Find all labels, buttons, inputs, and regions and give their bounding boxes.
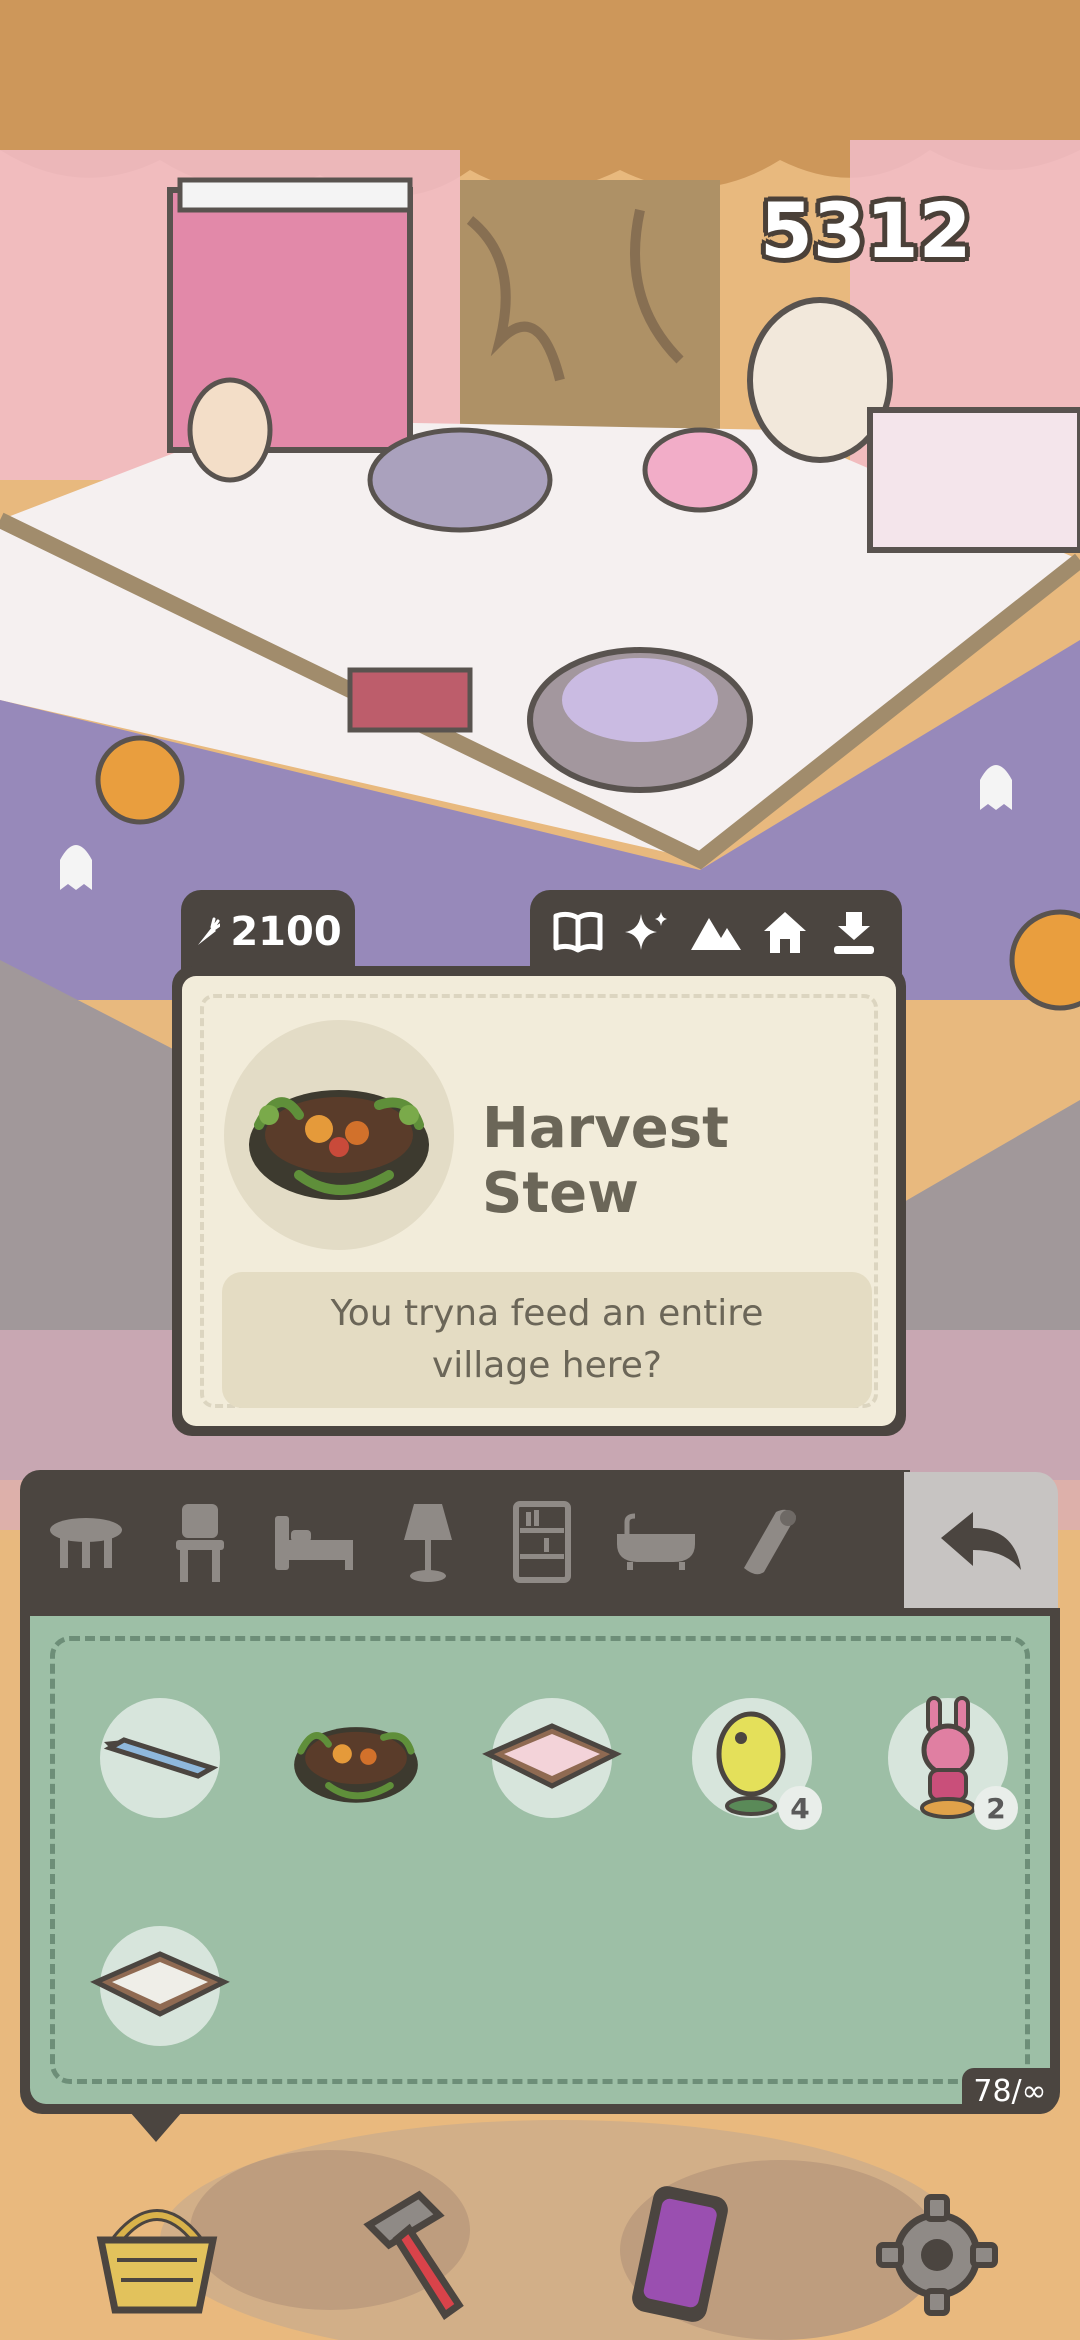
hammer-icon bbox=[363, 2190, 464, 2321]
nav-phone-button[interactable] bbox=[604, 2180, 754, 2330]
home-icon[interactable] bbox=[757, 904, 813, 960]
inventory-item-yellow-fish-figure[interactable]: 4 bbox=[682, 1688, 822, 1830]
lamp-icon[interactable] bbox=[384, 1492, 472, 1592]
inventory-panel: 4 2 bbox=[20, 1608, 1060, 2114]
phone-icon bbox=[632, 2186, 728, 2322]
item-count: 2 bbox=[974, 1786, 1018, 1830]
furniture-category-bar bbox=[20, 1470, 910, 1614]
carrot-icon bbox=[198, 917, 221, 945]
book-icon[interactable] bbox=[550, 904, 606, 960]
bookshelf-icon[interactable] bbox=[498, 1492, 586, 1592]
score-counter: 5312 bbox=[760, 186, 972, 275]
inventory-item-blue-pen[interactable] bbox=[90, 1688, 230, 1828]
inventory-grid: 4 2 bbox=[30, 1616, 1050, 2104]
inventory-capacity: 78/∞ bbox=[962, 2068, 1058, 2114]
item-price: 2100 bbox=[230, 909, 342, 955]
inventory-item-pink-bunny-figure[interactable]: 2 bbox=[878, 1688, 1018, 1830]
harvest-stew-icon bbox=[249, 1090, 429, 1200]
chair-icon[interactable] bbox=[156, 1492, 244, 1592]
inventory-item-harvest-stew[interactable] bbox=[286, 1688, 426, 1828]
inventory-item-white-tray[interactable] bbox=[90, 1916, 230, 2056]
item-title: Harvest Stew bbox=[482, 1096, 729, 1226]
inventory-item-pink-tray[interactable] bbox=[482, 1688, 622, 1828]
item-count: 4 bbox=[778, 1786, 822, 1830]
basket-icon bbox=[96, 2209, 218, 2314]
nav-settings-button[interactable] bbox=[862, 2180, 1012, 2330]
download-icon[interactable] bbox=[826, 904, 882, 960]
item-action-bar bbox=[530, 890, 902, 974]
item-info-card: Harvest Stew You tryna feed an entire vi… bbox=[172, 966, 906, 1436]
item-preview bbox=[224, 1020, 454, 1250]
bed-icon[interactable] bbox=[270, 1492, 358, 1592]
nav-basket-button[interactable] bbox=[82, 2180, 232, 2330]
panel-pointer bbox=[130, 2112, 182, 2142]
rug-icon[interactable] bbox=[726, 1492, 814, 1592]
gear-icon bbox=[876, 2194, 998, 2316]
back-arrow-icon bbox=[941, 1512, 1021, 1570]
item-description: You tryna feed an entire village here? bbox=[222, 1272, 872, 1408]
table-icon[interactable] bbox=[42, 1492, 130, 1592]
nav-build-button[interactable] bbox=[344, 2180, 494, 2330]
back-button[interactable] bbox=[904, 1472, 1058, 1614]
sparkle-icon[interactable] bbox=[619, 904, 675, 960]
bathtub-icon[interactable] bbox=[612, 1492, 700, 1592]
mountains-icon[interactable] bbox=[688, 904, 744, 960]
price-tab: 2100 bbox=[181, 890, 355, 974]
